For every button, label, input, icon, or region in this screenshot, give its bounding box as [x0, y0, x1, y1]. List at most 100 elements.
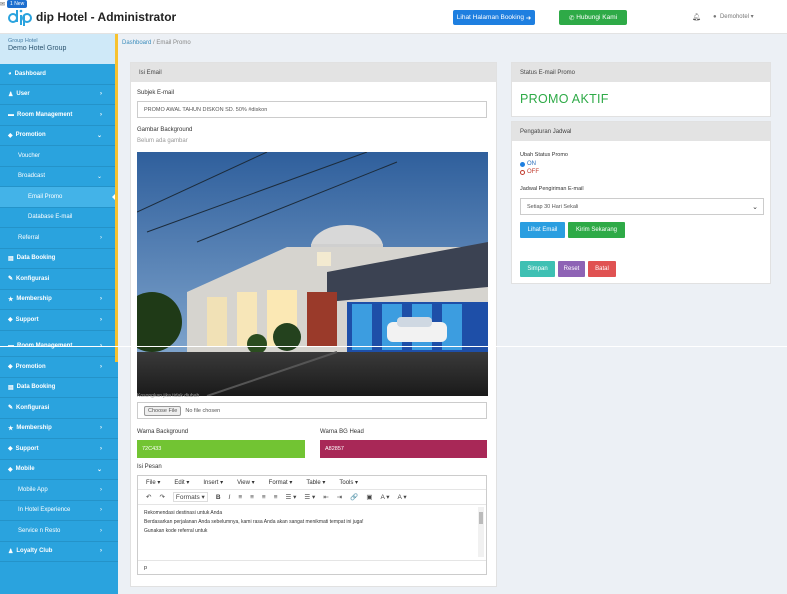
sidebar-item-voucher[interactable]: Voucher: [0, 146, 118, 167]
undo-icon[interactable]: ↶: [146, 493, 151, 501]
user-menu[interactable]: ● Demohotel ▾: [713, 13, 754, 20]
chevron-right-icon: ›: [100, 296, 102, 303]
choose-file-button[interactable]: Choose File: [144, 405, 182, 416]
off-label: OFF: [527, 169, 539, 175]
sidebar-item-service-n-resto[interactable]: Service n Resto ›: [0, 521, 118, 542]
status-off-radio[interactable]: OFF: [520, 169, 539, 175]
mail-notification[interactable]: ✉ 1 New: [0, 0, 787, 8]
chevron-right-icon: ›: [100, 111, 102, 118]
sidebar-item-database-email[interactable]: Database E-mail: [0, 208, 118, 228]
bullet-list-icon[interactable]: ☰ ▾: [286, 493, 297, 501]
sidebar-item-mobile-app[interactable]: Mobile App ›: [0, 480, 118, 501]
file-upload-field[interactable]: Choose File No file chosen: [137, 402, 487, 419]
user-icon: ♟: [8, 91, 14, 98]
menu-view[interactable]: View ▾: [237, 479, 255, 486]
sidebar-item-promotion-2[interactable]: ◆ Promotion ›: [0, 357, 118, 378]
sidebar-item-referral[interactable]: Referral ›: [0, 228, 118, 249]
sidebar-item-data-booking-2[interactable]: ▤ Data Booking: [0, 378, 118, 398]
subject-input[interactable]: PROMO AWAL TAHUN DISKON SD. 50% #diskon: [137, 101, 487, 118]
italic-icon[interactable]: I: [229, 494, 231, 501]
breadcrumb-dashboard-link[interactable]: Dashboard: [122, 40, 151, 46]
on-label: ON: [527, 161, 536, 167]
cancel-button[interactable]: Batal: [588, 261, 616, 277]
view-booking-page-button[interactable]: Lihat Halaman Booking ➜: [453, 10, 535, 25]
breadcrumb: Dashboard / Email Promo: [122, 40, 191, 46]
menu-table[interactable]: Table ▾: [306, 479, 325, 486]
content-line: Gunakan kode referral untuk: [144, 528, 208, 534]
sidebar-label: Room Management: [17, 111, 73, 118]
schedule-select[interactable]: Setiap 30 Hari Sekali ⌄: [520, 198, 764, 215]
mail-badge: 1 New: [7, 0, 28, 8]
dashboard-icon: ◕: [8, 70, 12, 77]
sidebar-item-support[interactable]: ◆ Support ›: [0, 310, 118, 331]
menu-format[interactable]: Format ▾: [269, 479, 293, 486]
top-bar: dip Hotel - Administrator Lihat Halaman …: [0, 0, 787, 34]
status-on-radio[interactable]: ON: [520, 161, 536, 167]
sidebar-item-support-2[interactable]: ◆ Support ›: [0, 439, 118, 460]
menu-edit[interactable]: Edit ▾: [174, 479, 189, 486]
sidebar-item-konfigurasi-2[interactable]: ✎ Konfigurasi: [0, 398, 118, 419]
view-email-button[interactable]: Lihat Email: [520, 222, 565, 238]
sidebar-label: Loyalty Club: [16, 548, 53, 555]
no-file-text: No file chosen: [185, 407, 221, 414]
menu-file[interactable]: File ▾: [146, 479, 160, 486]
chevron-right-icon: ›: [100, 507, 102, 514]
promo-status-panel: Status E-mail Promo: [511, 62, 771, 117]
align-left-icon[interactable]: ≡: [238, 494, 242, 501]
bold-icon[interactable]: B: [216, 494, 221, 501]
bell-icon[interactable]: 🔔︎: [692, 13, 701, 21]
sidebar-item-data-booking[interactable]: ▤ Data Booking: [0, 249, 118, 269]
subject-label: Subjek E-mail: [137, 90, 175, 96]
editor-scrollbar-thumb[interactable]: [479, 512, 483, 524]
formats-dropdown[interactable]: Formats ▾: [172, 492, 208, 502]
menu-tools[interactable]: Tools ▾: [339, 479, 358, 486]
image-icon[interactable]: ▣: [366, 493, 372, 501]
background-color-input[interactable]: 72C433: [137, 440, 305, 458]
redo-icon[interactable]: ↷: [159, 493, 164, 501]
book-icon: ▤: [8, 255, 14, 262]
sidebar-item-membership[interactable]: ★ Membership ›: [0, 290, 118, 310]
list-icon: ▬: [8, 111, 14, 118]
wrench-icon: ✎: [8, 276, 14, 283]
sidebar-label: Promotion: [15, 132, 46, 139]
sidebar-item-user[interactable]: ♟ User ›: [0, 85, 118, 105]
align-right-icon[interactable]: ≡: [262, 494, 266, 501]
background-color-icon[interactable]: A ▾: [398, 493, 407, 501]
sidebar-item-broadcast[interactable]: Broadcast ⌄: [0, 166, 118, 187]
send-now-button[interactable]: Kirim Sekarang: [568, 222, 625, 238]
sidebar-label: Service n Resto: [18, 527, 61, 534]
text-color-icon[interactable]: A ▾: [380, 493, 389, 501]
menu-insert[interactable]: Insert ▾: [203, 479, 223, 486]
logo[interactable]: dip Hotel - Administrator: [8, 8, 176, 26]
sidebar-label: Mobile App: [18, 486, 48, 493]
numbered-list-icon[interactable]: ☰ ▾: [304, 493, 315, 501]
editor-content[interactable]: Rekomendasi destinasi untuk Anda Berdasa…: [138, 505, 486, 560]
head-color-label: Warna BG Head: [320, 429, 364, 435]
indent-icon[interactable]: ⇥: [337, 493, 342, 501]
sidebar: Group Hotel Demo Hotel Group ◕ Dashboard …: [0, 34, 118, 594]
sidebar-item-in-hotel-experience[interactable]: In Hotel Experience ›: [0, 500, 118, 521]
sidebar-item-email-promo[interactable]: Email Promo: [0, 187, 118, 208]
wrench-icon: ✎: [8, 405, 14, 412]
align-center-icon[interactable]: ≡: [250, 494, 254, 501]
sidebar-item-mobile[interactable]: ◆ Mobile ⌄: [0, 460, 118, 480]
sidebar-item-dashboard[interactable]: ◕ Dashboard: [0, 64, 118, 85]
sidebar-item-konfigurasi[interactable]: ✎ Konfigurasi: [0, 269, 118, 290]
align-justify-icon[interactable]: ≡: [274, 494, 278, 501]
hotel-selector[interactable]: Group Hotel Demo Hotel Group: [0, 34, 118, 64]
star-icon: ★: [8, 425, 14, 432]
reset-button[interactable]: Reset: [558, 261, 585, 277]
outdent-icon[interactable]: ⇤: [323, 493, 328, 501]
panel-title: Isi Email: [131, 63, 496, 82]
contact-us-button[interactable]: ✆ Hubungi Kami: [559, 10, 627, 25]
sidebar-item-loyalty-club[interactable]: ♟ Loyalty Club ›: [0, 542, 118, 562]
sidebar-item-room-management[interactable]: ▬ Room Management ›: [0, 105, 118, 126]
save-button[interactable]: Simpan: [520, 261, 555, 277]
sidebar-label: Dashboard: [14, 70, 46, 77]
sidebar-item-promotion[interactable]: ◆ Promotion ⌄: [0, 126, 118, 146]
head-color-input[interactable]: A82857: [320, 440, 487, 458]
link-icon[interactable]: 🔗: [350, 493, 358, 501]
sidebar-item-membership-2[interactable]: ★ Membership ›: [0, 419, 118, 439]
sidebar-label: Membership: [16, 425, 52, 432]
sidebar-label: Membership: [16, 296, 52, 303]
